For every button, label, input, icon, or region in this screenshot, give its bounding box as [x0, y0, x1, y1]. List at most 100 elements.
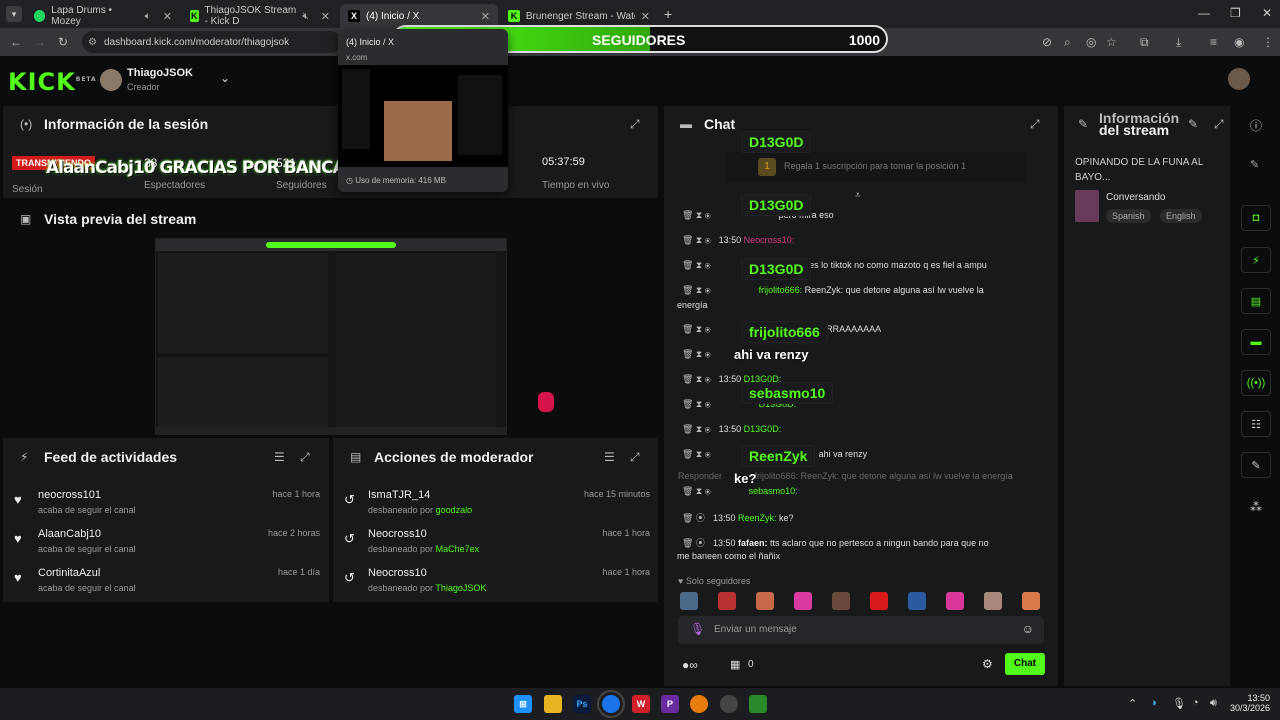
close-icon[interactable]: ✕ — [641, 10, 650, 23]
emote-7[interactable] — [908, 592, 926, 610]
chat-user[interactable]: frijolito666: — [759, 285, 803, 295]
close-icon[interactable]: ✕ — [163, 10, 172, 23]
back-icon[interactable]: ← — [10, 35, 22, 49]
settings-icon[interactable]: ⚙ — [982, 657, 993, 671]
rail-camera-button[interactable]: ◘ — [1241, 205, 1271, 231]
clock[interactable]: 13:50 30/3/2026 — [1228, 693, 1270, 713]
app-leaf-icon[interactable] — [749, 695, 767, 713]
emote-3[interactable] — [756, 592, 774, 610]
minimize-button[interactable]: — — [1198, 6, 1210, 20]
mod-tools-icon[interactable]: 🗑︎ ⦿ — [682, 513, 705, 523]
wifi-icon[interactable]: ◔ — [1192, 697, 1199, 709]
mod-tools-icon[interactable]: 🗑︎ ⧗ ⦿ — [682, 424, 711, 434]
mod-by[interactable]: MaChe7ex — [436, 544, 480, 554]
rail-layers-button[interactable]: ☷ — [1241, 411, 1271, 437]
apps-icon[interactable]: ⁂ — [1250, 500, 1262, 514]
pencil-icon[interactable]: ✎ — [1250, 158, 1259, 171]
chat-user[interactable]: Neocross10: — [744, 235, 795, 245]
block-icon[interactable]: ⊘ — [1042, 35, 1052, 49]
volume-icon[interactable]: 🔊︎ — [1210, 697, 1217, 710]
category-thumbnail[interactable] — [1075, 190, 1099, 222]
photoshop-icon[interactable]: Ps — [573, 695, 591, 713]
tab-search-button[interactable]: ▾ — [6, 6, 22, 22]
expand-icon[interactable]: ⤢ — [1214, 117, 1224, 132]
close-icon[interactable]: ✕ — [481, 10, 490, 23]
forward-icon[interactable]: → — [34, 35, 46, 49]
filter-icon[interactable]: ☰ — [274, 450, 285, 464]
speaker-icon[interactable]: 🔈︎ — [145, 11, 151, 22]
infinity-icon[interactable]: ●∞ — [682, 658, 698, 672]
download-icon[interactable]: ⤓ — [1176, 35, 1181, 50]
tag-chip[interactable]: English — [1160, 209, 1202, 223]
chat-user[interactable]: ReenZyk: — [738, 513, 777, 523]
blender-icon[interactable] — [690, 695, 708, 713]
emote-2[interactable] — [718, 592, 736, 610]
tab-kick-dashboard[interactable]: K ThiagoJSOK Stream - Kick D 🔇︎ ✕ — [182, 4, 338, 28]
mod-target[interactable]: Neocross10 — [368, 528, 427, 540]
emote-9[interactable] — [984, 592, 1002, 610]
tab-lapa-drums[interactable]: Lapa Drums • Mozey 🔈︎ ✕ — [26, 4, 180, 28]
microphone-icon[interactable]: 🎙︎ — [690, 622, 705, 636]
windows-start-icon[interactable]: ⊞ — [514, 695, 532, 713]
tag-chip[interactable]: Spanish — [1106, 209, 1151, 223]
wps-icon[interactable]: W — [632, 695, 650, 713]
chat-user[interactable]: D13G0D: — [744, 424, 782, 434]
expand-icon[interactable]: ⤢ — [300, 450, 310, 465]
rail-chat-button[interactable]: ▬ — [1241, 329, 1271, 355]
mute-icon[interactable]: 🔇︎ — [302, 11, 308, 22]
maximize-button[interactable]: ❐ — [1230, 6, 1241, 20]
emoji-icon[interactable]: ☺ — [1022, 622, 1034, 636]
profile-avatar[interactable] — [1228, 68, 1250, 90]
chat-user[interactable]: fafaen: — [738, 538, 768, 548]
kick-logo[interactable]: KICKBETA — [8, 68, 97, 96]
edit-icon[interactable]: ✎ — [1188, 117, 1198, 131]
emote-1[interactable] — [680, 592, 698, 610]
menu-icon[interactable]: ⋮ — [1262, 35, 1274, 49]
app-icon[interactable]: P — [661, 695, 679, 713]
mod-tools-icon[interactable]: 🗑︎ ⧗ ⦿ — [682, 349, 711, 359]
send-chat-button[interactable]: Chat — [1005, 653, 1045, 675]
feed-user[interactable]: CortinitaAzul — [38, 567, 100, 579]
emote-8[interactable] — [946, 592, 964, 610]
eye-off-icon[interactable]: ◎ — [1086, 35, 1096, 49]
rail-bolt-button[interactable]: ⚡︎ — [1241, 247, 1271, 273]
filter-icon[interactable]: ☰ — [604, 450, 615, 464]
emote-5[interactable] — [832, 592, 850, 610]
file-explorer-icon[interactable] — [544, 695, 562, 713]
mic-tray-icon[interactable]: 🎙︎ — [1172, 697, 1186, 710]
chat-input[interactable]: 🎙︎ Enviar un mensaje ☺ — [678, 616, 1044, 644]
mod-target[interactable]: Neocross10 — [368, 567, 427, 579]
mod-tools-icon[interactable]: 🗑︎ ⧗ ⦿ — [682, 324, 711, 334]
tray-chevron-icon[interactable]: ⌃ — [1128, 697, 1137, 710]
chat-user[interactable]: sebasmo10: — [749, 486, 798, 496]
rail-broadcast-button[interactable]: ((•)) — [1241, 370, 1271, 396]
emote-6[interactable] — [870, 592, 888, 610]
mod-tools-icon[interactable]: 🗑︎ ⧗ ⦿ — [682, 399, 711, 409]
stream-preview-video[interactable] — [155, 238, 507, 435]
info-icon[interactable]: ⓘ — [1250, 117, 1262, 134]
new-tab-button[interactable]: + — [664, 6, 672, 22]
feed-user[interactable]: AlaanCabj10 — [38, 528, 101, 540]
expand-icon[interactable]: ⤢ — [630, 450, 640, 465]
profile-icon[interactable]: ◉ — [1234, 35, 1244, 49]
emote-10[interactable] — [1022, 592, 1040, 610]
url-field[interactable]: ⚙ dashboard.kick.com/moderator/thiagojso… — [82, 31, 342, 53]
emote-4[interactable] — [794, 592, 812, 610]
mod-tools-icon[interactable]: 🗑︎ ⧗ ⦿ — [682, 285, 711, 295]
close-window-button[interactable]: ✕ — [1262, 6, 1272, 20]
chevron-down-icon[interactable]: ⌄ — [220, 71, 230, 85]
playlist-icon[interactable]: ≡ — [1210, 35, 1217, 49]
expand-icon[interactable]: ⤢ — [1030, 117, 1040, 132]
mod-by[interactable]: goodzalo — [436, 505, 473, 515]
mod-tools-icon[interactable]: 🗑︎ ⧗ ⦿ — [682, 235, 711, 245]
site-info-icon[interactable]: ⚙ — [88, 37, 97, 48]
scroll-down-icon[interactable]: ⩡ — [855, 190, 861, 201]
rail-document-button[interactable]: ▤ — [1241, 288, 1271, 314]
zoom-icon[interactable]: ⌕ — [1064, 35, 1071, 50]
mod-by[interactable]: ThiagoJSOK — [435, 583, 486, 593]
close-icon[interactable]: ✕ — [321, 10, 330, 23]
network-icon[interactable]: ◑ — [1150, 697, 1157, 709]
mod-tools-icon[interactable]: 🗑︎ ⧗ ⦿ — [682, 486, 711, 496]
star-icon[interactable]: ☆ — [1106, 35, 1117, 49]
chrome-icon[interactable] — [597, 690, 625, 718]
